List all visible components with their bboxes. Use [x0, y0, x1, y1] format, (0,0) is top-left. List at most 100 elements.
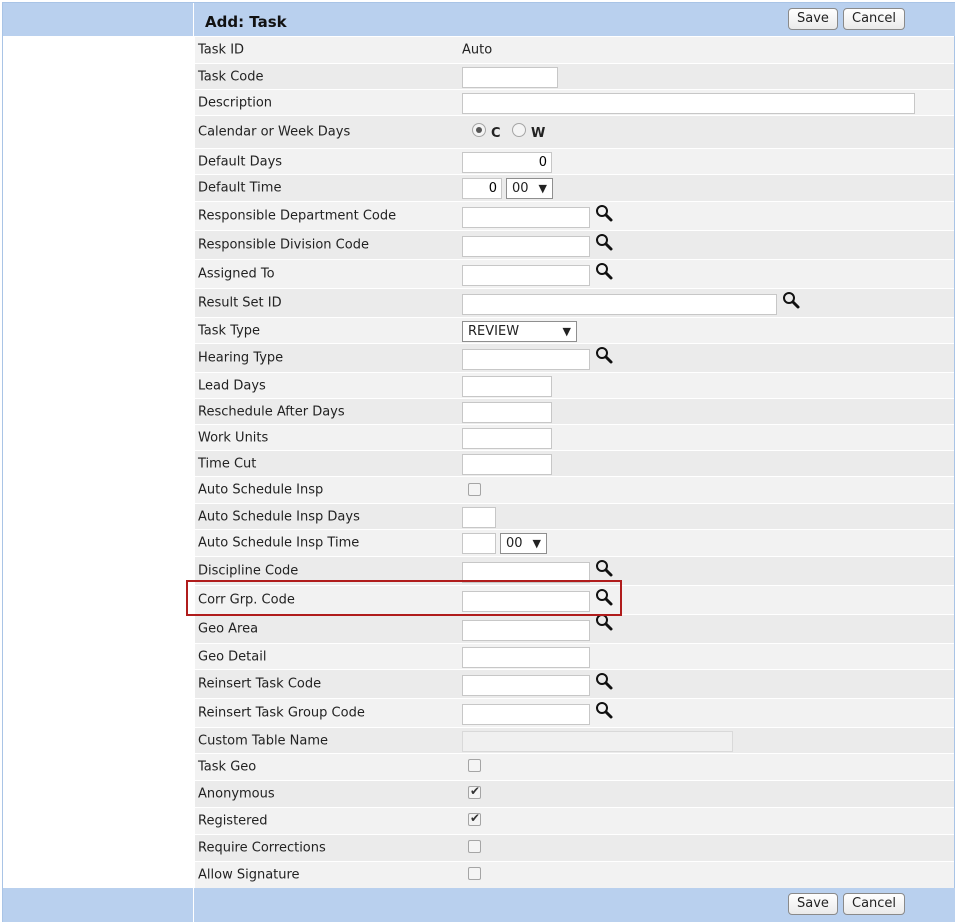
row-task-geo: Task Geo — [195, 754, 954, 781]
default-time-hours-input[interactable] — [462, 178, 502, 199]
allow-signature-checkbox[interactable] — [468, 867, 481, 880]
auto-schedule-insp-time-minutes-select[interactable]: 00 ▼ — [500, 533, 547, 554]
row-work-units: Work Units — [195, 425, 954, 451]
auto-schedule-insp-checkbox[interactable] — [468, 483, 481, 496]
require-corrections-checkbox[interactable] — [468, 840, 481, 853]
default-days-input[interactable] — [462, 152, 552, 173]
row-auto-schedule-insp-time: Auto Schedule Insp Time 00 ▼ — [195, 530, 954, 557]
task-code-input[interactable] — [462, 67, 558, 88]
responsible-department-code-input[interactable] — [462, 207, 590, 228]
row-default-time: Default Time 00 ▼ — [195, 175, 954, 202]
calendar-days-label: C — [491, 126, 501, 141]
hearing-type-input[interactable] — [462, 349, 590, 370]
left-column — [3, 36, 194, 888]
row-require-corrections: Require Corrections — [195, 835, 954, 862]
row-assigned-to: Assigned To — [195, 260, 954, 289]
geo-detail-input[interactable] — [462, 647, 590, 668]
row-task-id: Task ID Auto — [195, 37, 954, 64]
magnifier-icon[interactable] — [781, 290, 801, 310]
reinsert-task-group-code-label: Reinsert Task Group Code — [198, 705, 365, 721]
task-type-label: Task Type — [198, 323, 261, 338]
work-units-input[interactable] — [462, 428, 552, 449]
cancel-button-top[interactable]: Cancel — [843, 8, 906, 30]
assigned-to-input[interactable] — [462, 265, 590, 286]
magnifier-icon[interactable] — [594, 232, 614, 252]
cancel-button-bottom[interactable]: Cancel — [843, 893, 906, 915]
row-corr-grp-code: Corr Grp. Code — [195, 586, 954, 615]
anonymous-checkbox[interactable]: ✔ — [468, 784, 481, 799]
discipline-code-label: Discipline Code — [198, 563, 299, 579]
auto-schedule-insp-days-input[interactable] — [462, 507, 496, 528]
magnifier-icon[interactable] — [594, 558, 614, 578]
corr-grp-code-input[interactable] — [462, 591, 590, 612]
row-lead-days: Lead Days — [195, 373, 954, 399]
default-days-label: Default Days — [198, 154, 283, 169]
save-button-bottom[interactable]: Save — [788, 893, 838, 915]
allow-signature-label: Allow Signature — [198, 867, 300, 883]
geo-detail-label: Geo Detail — [198, 649, 267, 664]
default-time-minutes-select[interactable]: 00 ▼ — [506, 178, 553, 199]
triangle-down-icon: ▼ — [538, 182, 547, 195]
reschedule-after-days-label: Reschedule After Days — [198, 404, 345, 419]
week-days-label: W — [531, 126, 546, 141]
row-allow-signature: Allow Signature — [195, 862, 954, 889]
lead-days-label: Lead Days — [198, 378, 266, 393]
default-time-minutes-value: 00 — [512, 181, 529, 196]
result-set-id-input[interactable] — [462, 294, 777, 315]
magnifier-icon[interactable] — [594, 587, 614, 607]
hearing-type-label: Hearing Type — [198, 350, 284, 366]
checkmark-icon: ✔ — [470, 811, 481, 825]
row-result-set-id: Result Set ID — [195, 289, 954, 318]
lead-days-input[interactable] — [462, 376, 552, 397]
magnifier-icon[interactable] — [594, 345, 614, 365]
responsible-division-code-input[interactable] — [462, 236, 590, 257]
registered-checkbox[interactable]: ✔ — [468, 811, 481, 826]
row-geo-detail: Geo Detail — [195, 644, 954, 670]
task-type-select[interactable]: REVIEW ▼ — [462, 321, 577, 342]
auto-schedule-insp-time-hours-input[interactable] — [462, 533, 496, 554]
footer-bar: Save Cancel — [3, 888, 955, 922]
task-geo-label: Task Geo — [198, 759, 257, 775]
magnifier-icon[interactable] — [594, 612, 614, 632]
magnifier-icon[interactable] — [594, 261, 614, 281]
description-label: Description — [198, 95, 273, 110]
reinsert-task-code-input[interactable] — [462, 675, 590, 696]
save-button-top[interactable]: Save — [788, 8, 838, 30]
row-responsible-division-code: Responsible Division Code — [195, 231, 954, 260]
row-reinsert-task-code: Reinsert Task Code — [195, 670, 954, 699]
row-calendar-or-week-days: Calendar or Week Days C W — [195, 116, 954, 149]
registered-label: Registered — [198, 813, 268, 829]
reinsert-task-group-code-input[interactable] — [462, 704, 590, 725]
auto-schedule-insp-days-label: Auto Schedule Insp Days — [198, 509, 360, 524]
reinsert-task-code-label: Reinsert Task Code — [198, 676, 322, 692]
row-reinsert-task-group-code: Reinsert Task Group Code — [195, 699, 954, 728]
magnifier-icon[interactable] — [594, 671, 614, 691]
custom-table-name-input — [462, 731, 733, 752]
header-bar: Add: Task Save Cancel — [3, 3, 955, 36]
time-cut-input[interactable] — [462, 454, 552, 475]
magnifier-icon[interactable] — [594, 203, 614, 223]
discipline-code-input[interactable] — [462, 562, 590, 583]
description-input[interactable] — [462, 93, 915, 114]
task-geo-checkbox[interactable] — [468, 759, 481, 772]
auto-schedule-insp-time-label: Auto Schedule Insp Time — [198, 535, 360, 551]
geo-area-input[interactable] — [462, 620, 590, 641]
require-corrections-label: Require Corrections — [198, 840, 326, 856]
auto-schedule-insp-label: Auto Schedule Insp — [198, 482, 324, 498]
calendar-days-radio[interactable] — [472, 123, 486, 137]
triangle-down-icon: ▼ — [532, 537, 541, 550]
magnifier-icon[interactable] — [594, 700, 614, 720]
row-task-type: Task Type REVIEW ▼ — [195, 318, 954, 344]
time-cut-label: Time Cut — [198, 456, 257, 471]
reschedule-after-days-input[interactable] — [462, 402, 552, 423]
corr-grp-code-label: Corr Grp. Code — [198, 592, 295, 608]
task-id-label: Task ID — [198, 42, 245, 58]
row-hearing-type: Hearing Type — [195, 344, 954, 373]
row-time-cut: Time Cut — [195, 451, 954, 477]
calendar-or-week-days-label: Calendar or Week Days — [198, 124, 351, 140]
responsible-division-code-label: Responsible Division Code — [198, 237, 369, 253]
anonymous-label: Anonymous — [198, 786, 275, 802]
week-days-radio[interactable] — [512, 123, 526, 137]
row-registered: Registered ✔ — [195, 808, 954, 835]
row-description: Description — [195, 90, 954, 116]
